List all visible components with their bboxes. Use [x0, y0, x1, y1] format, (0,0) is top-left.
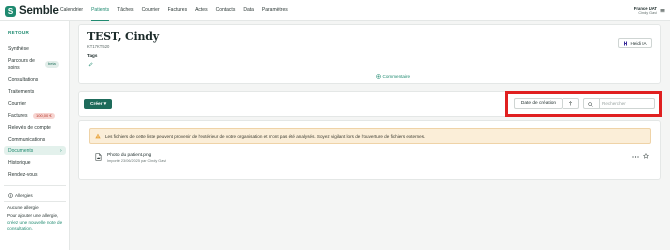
arrow-up-icon: [568, 101, 573, 106]
sidebar-divider: [4, 201, 66, 202]
hamburger-menu-icon[interactable]: [660, 8, 665, 13]
heidi-icon: [624, 41, 628, 45]
tags-label: Tags: [87, 53, 98, 58]
chevron-right-icon: ›: [60, 147, 62, 154]
app-logo[interactable]: S Semble: [5, 4, 59, 18]
sidebar-item-synthese[interactable]: Synthèse: [8, 46, 29, 52]
file-meta: Importé 23/06/2025 par Cindy Gavi: [107, 159, 167, 163]
nav-item-data[interactable]: Data: [243, 0, 254, 21]
warning-icon: [95, 133, 101, 139]
sidebar-item-factures[interactable]: Factures: [8, 113, 27, 119]
user-name: Cindy Gavi: [638, 11, 657, 15]
sidebar-item-parcours-de-soins[interactable]: Parcours de soins: [8, 58, 38, 71]
allergies-title-label: Allergies: [15, 193, 33, 198]
back-link[interactable]: RETOUR: [8, 30, 29, 35]
search-icon: [588, 101, 593, 107]
warning-text: Les fichiers de cette liste peuvent prov…: [105, 133, 426, 139]
create-button[interactable]: Créer ▾: [84, 99, 112, 109]
sort-field-label: Date de création: [520, 101, 557, 106]
sidebar-item-documents-label: Documents: [8, 148, 34, 154]
sidebar-item-communications[interactable]: Communications: [8, 137, 45, 143]
heidi-label: Heidi IA: [630, 40, 647, 46]
comment-label: Commentaire: [382, 74, 411, 79]
patient-header-card: [78, 24, 661, 84]
search-box: [583, 98, 655, 109]
balance-badge: 100,00 €: [33, 112, 55, 119]
no-allergy-text: Aucune allergie: [7, 205, 39, 210]
nav-item-parametres[interactable]: Paramètres: [262, 0, 288, 21]
allergy-help-text: Pour ajouter une allergie, créez une nou…: [7, 213, 67, 233]
nav-item-calendrier[interactable]: Calendrier: [60, 0, 83, 21]
info-circle-icon: [8, 193, 13, 198]
file-icon: [95, 153, 102, 161]
edit-pencil-icon[interactable]: [88, 62, 93, 67]
new-consultation-link[interactable]: créez une nouvelle note de consultation.: [7, 220, 62, 232]
allergy-help-prefix: Pour ajouter une allergie,: [7, 213, 59, 218]
nav-item-contacts[interactable]: Contacts: [216, 0, 236, 21]
top-navigation: S Semble Calendrier Patients Tâches Cour…: [0, 0, 670, 21]
user-info[interactable]: France UAT Cindy Gavi: [634, 6, 657, 16]
app-name: Semble: [19, 5, 59, 17]
beta-badge: beta: [45, 61, 59, 68]
plus-circle-icon: [376, 74, 381, 79]
sidebar-item-rendez-vous[interactable]: Rendez-vous: [8, 172, 37, 178]
nav-item-factures[interactable]: Factures: [168, 0, 187, 21]
search-divider: [599, 99, 600, 108]
nav-item-actes[interactable]: Actes: [195, 0, 208, 21]
sidebar-item-consultations[interactable]: Consultations: [8, 77, 38, 83]
nav-item-patients[interactable]: Patients: [91, 0, 110, 21]
main-nav: Calendrier Patients Tâches Courrier Fact…: [60, 0, 288, 21]
allergies-title: Allergies: [8, 193, 33, 198]
file-name[interactable]: Photo du patient.png: [107, 153, 151, 158]
patient-sidebar: RETOUR Synthèse Parcours de soins beta C…: [0, 21, 70, 250]
create-label: Créer: [90, 101, 103, 107]
external-files-warning: Les fichiers de cette liste peuvent prov…: [89, 128, 651, 144]
sort-direction-button[interactable]: [563, 98, 579, 109]
sidebar-item-courrier[interactable]: Courrier: [8, 101, 26, 107]
logo-icon: S: [5, 5, 16, 17]
star-icon[interactable]: [643, 153, 649, 159]
sidebar-item-releves-de-compte[interactable]: Relevés de compte: [8, 125, 51, 131]
patient-name: TEST, Cindy: [87, 30, 159, 43]
patient-id: KT17KT520: [87, 44, 110, 49]
more-options-icon[interactable]: [632, 155, 639, 159]
search-input[interactable]: [602, 100, 652, 107]
heidi-ai-button[interactable]: Heidi IA: [618, 38, 652, 48]
nav-item-taches[interactable]: Tâches: [117, 0, 133, 21]
comment-button[interactable]: Commentaire: [376, 74, 410, 79]
sidebar-item-traitements[interactable]: Traitements: [8, 89, 34, 95]
sort-field-button[interactable]: Date de création: [514, 98, 563, 109]
sidebar-item-historique[interactable]: Historique: [8, 160, 31, 166]
nav-item-courrier[interactable]: Courrier: [142, 0, 160, 21]
chevron-down-icon: ▾: [103, 101, 106, 107]
sidebar-divider: [4, 185, 66, 186]
